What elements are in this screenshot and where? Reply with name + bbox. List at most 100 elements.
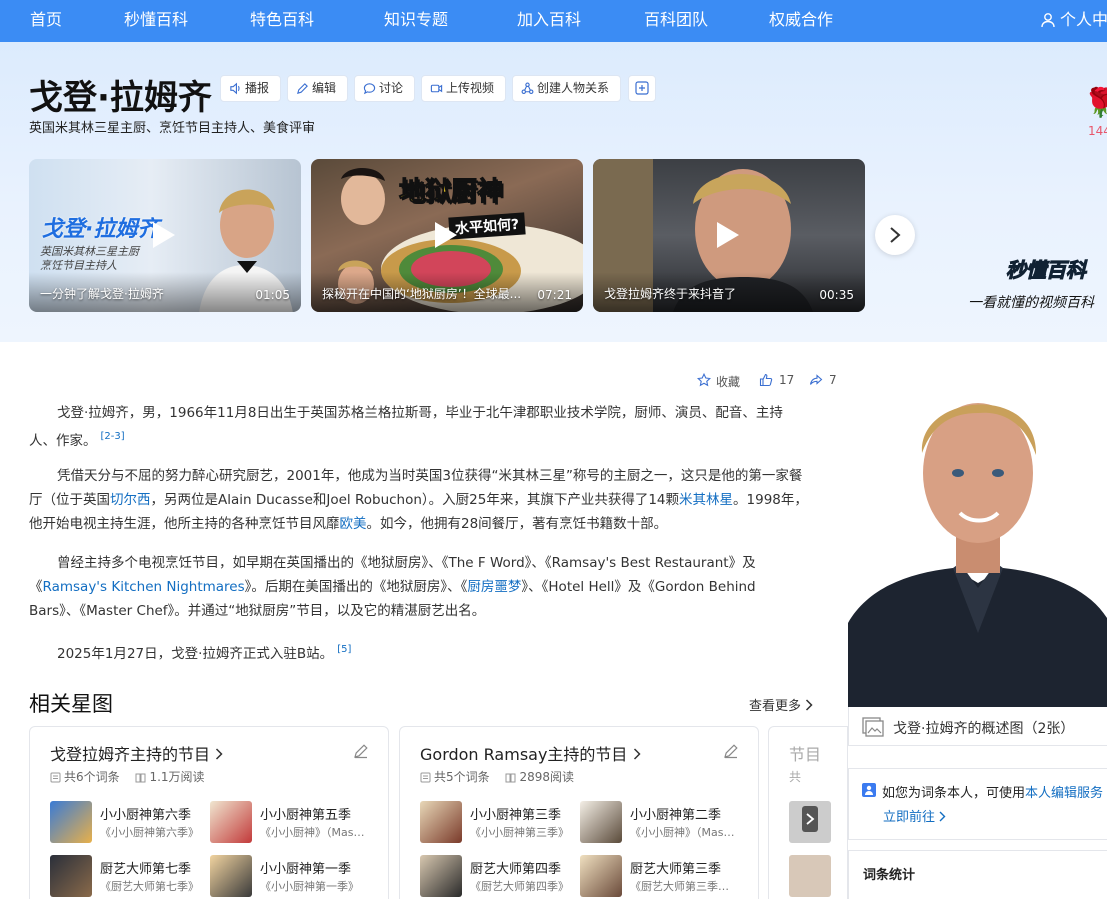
collect-label: 收藏: [716, 375, 741, 389]
related-next-button[interactable]: [802, 806, 818, 832]
play-icon[interactable]: [717, 221, 739, 248]
video3-duration: 00:35: [819, 288, 854, 302]
related-item[interactable]: 厨艺大师第四季 《厨艺大师第四季》: [420, 855, 575, 899]
nav-team[interactable]: 百科团队: [644, 0, 708, 42]
add-button[interactable]: [628, 75, 656, 102]
item-thumbnail: [210, 801, 252, 843]
view-more-label: 查看更多: [749, 699, 802, 714]
plus-square-icon: [635, 81, 649, 95]
nav-topics[interactable]: 知识专题: [384, 0, 448, 42]
item-subtitle: 《厨艺大师第七季》: [100, 880, 199, 893]
nav-home[interactable]: 首页: [30, 0, 62, 42]
item-thumbnail: [420, 801, 462, 843]
video-card-2[interactable]: 地狱厨神 水平如何? 探秘开在中国的‘地狱厨房’！全球最... 07:21: [311, 159, 583, 312]
rose-icon[interactable]: 🌹: [1083, 86, 1107, 119]
paragraph-4: 2025年1月27日，戈登·拉姆齐正式入驻B站。 [5]: [29, 638, 809, 666]
related-item[interactable]: 小小厨神第六季 《小小厨神第六季》: [50, 801, 205, 847]
chevron-right-icon: [806, 813, 815, 825]
nav-user-center[interactable]: 个人中: [1060, 0, 1107, 42]
link-kitchen-nightmares-cn[interactable]: 厨房噩梦: [467, 579, 521, 595]
item-title: 厨艺大师第四季: [470, 862, 562, 877]
nav-miaodong[interactable]: 秒懂百科: [124, 0, 188, 42]
related-item[interactable]: 厨艺大师第七季 《厨艺大师第七季》: [50, 855, 205, 899]
rose-count: 144: [1088, 124, 1107, 138]
related-item[interactable]: 小小厨神第一季 《小小厨神第一季》: [210, 855, 365, 899]
broadcast-label: 播报: [245, 81, 270, 95]
book-icon: [505, 773, 516, 783]
page-title: 戈登·拉姆齐: [29, 78, 212, 118]
user-icon[interactable]: [1040, 12, 1056, 28]
star-icon: [697, 373, 711, 387]
view-more-link[interactable]: 查看更多: [749, 695, 813, 714]
related-item[interactable]: 小小厨神第五季 《小小厨神》（MasterChef Junior）: [210, 801, 366, 847]
brand-slogan: 一看就懂的视频百科: [968, 295, 1094, 311]
entry-count: 共5个词条: [434, 770, 490, 784]
related-item[interactable]: 小小厨神第二季 《小小厨神》（MasterChef Junior）: [580, 801, 736, 847]
video1-caption: 一分钟了解戈登·拉姆齐: [40, 287, 164, 301]
image-gallery-icon: [862, 717, 884, 737]
link-chelsea[interactable]: 切尔西: [110, 492, 151, 508]
video-card-1[interactable]: 戈登·拉姆齐 英国米其林三星主厨 烹饪节目主持人 一分钟了解戈登·拉姆齐 01:…: [29, 159, 301, 312]
collect-button[interactable]: 收藏: [697, 373, 740, 390]
summary-photo-caption[interactable]: 戈登·拉姆齐的概述图（2张）: [893, 718, 1074, 738]
entry-hero: 戈登·拉姆齐 播报 编辑 讨论 上传视频 创建人物关系 英国米其林三星主厨、烹饪…: [0, 42, 1107, 342]
item-title: 厨艺大师第七季: [100, 862, 192, 877]
pencil-icon[interactable]: [353, 743, 369, 759]
nav-featured[interactable]: 特色百科: [250, 0, 314, 42]
related-item[interactable]: 小小厨神第三季 《小小厨神第三季》: [420, 801, 575, 847]
discuss-button[interactable]: 讨论: [354, 75, 415, 102]
relation-network-icon: [521, 82, 534, 94]
card-title-text: 戈登拉姆齐主持的节目: [50, 745, 211, 764]
self-edit-service-link[interactable]: 本人编辑服务: [1025, 786, 1103, 801]
related-card-3-meta: 共: [789, 770, 802, 784]
related-card-2-title[interactable]: Gordon Ramsay主持的节目: [420, 741, 641, 765]
like-count: 17: [779, 373, 795, 387]
chat-bubble-icon: [363, 83, 376, 95]
self-edit-text-body: 如您为词条本人，可使用: [882, 786, 1026, 801]
related-card-2: Gordon Ramsay主持的节目 共5个词条 2898阅读 小小厨神第三季 …: [399, 726, 759, 899]
self-edit-text: 如您为词条本人，可使用本人编辑服务: [882, 782, 1103, 801]
item-subtitle: 《小小厨神》（MasterChef Junior）: [630, 826, 736, 839]
play-icon[interactable]: [153, 221, 175, 248]
item-title: 厨艺大师第三季: [630, 862, 722, 877]
like-button[interactable]: 17: [759, 373, 794, 387]
play-icon[interactable]: [435, 221, 457, 248]
go-now-link[interactable]: 立即前往: [883, 806, 946, 825]
share-button[interactable]: 7: [809, 373, 837, 387]
create-relation-button[interactable]: 创建人物关系: [512, 75, 621, 102]
item-subtitle: 《厨艺大师第四季》: [470, 880, 569, 893]
card-title-text: Gordon Ramsay主持的节目: [420, 745, 628, 764]
item-thumbnail: [50, 801, 92, 843]
chevron-right-icon: [806, 699, 813, 711]
read-count: 2898阅读: [519, 770, 575, 784]
item-thumbnail: [580, 855, 622, 897]
book-icon: [135, 773, 146, 783]
related-item[interactable]: 厨艺大师第三季 《厨艺大师第三季是》: [580, 855, 736, 899]
item-title: 小小厨神第六季: [100, 808, 192, 823]
item-thumbnail[interactable]: [789, 855, 831, 897]
broadcast-button[interactable]: 播报: [220, 75, 281, 102]
summary-photo[interactable]: [848, 373, 1107, 707]
related-card-3-title[interactable]: 节目: [789, 741, 821, 765]
related-section-title: 相关星图: [29, 692, 113, 716]
chevron-right-icon: [890, 227, 901, 243]
item-thumbnail: [420, 855, 462, 897]
video2-overlay-title: 地狱厨神: [398, 177, 504, 208]
edit-button[interactable]: 编辑: [287, 75, 348, 102]
pencil-icon[interactable]: [723, 743, 739, 759]
link-europe-america[interactable]: 欧美: [340, 516, 367, 532]
reference-link[interactable]: [2-3]: [101, 431, 125, 442]
nav-join[interactable]: 加入百科: [517, 0, 581, 42]
upload-video-button[interactable]: 上传视频: [421, 75, 506, 102]
brand-logo: 秒懂百科: [1006, 258, 1087, 283]
link-michelin-star[interactable]: 米其林星: [679, 492, 733, 508]
link-kitchen-nightmares[interactable]: Ramsay's Kitchen Nightmares: [43, 579, 245, 595]
video-card-3[interactable]: 戈登拉姆齐终于来抖音了 00:35: [593, 159, 865, 312]
item-subtitle: 《小小厨神第六季》: [100, 826, 199, 839]
item-subtitle: 《小小厨神第一季》: [260, 880, 359, 893]
related-card-1-title[interactable]: 戈登拉姆齐主持的节目: [50, 741, 223, 765]
reference-link[interactable]: [5]: [337, 644, 351, 655]
video-next-button[interactable]: [875, 215, 915, 255]
thumbs-up-icon: [759, 373, 773, 387]
nav-partners[interactable]: 权威合作: [769, 0, 833, 42]
